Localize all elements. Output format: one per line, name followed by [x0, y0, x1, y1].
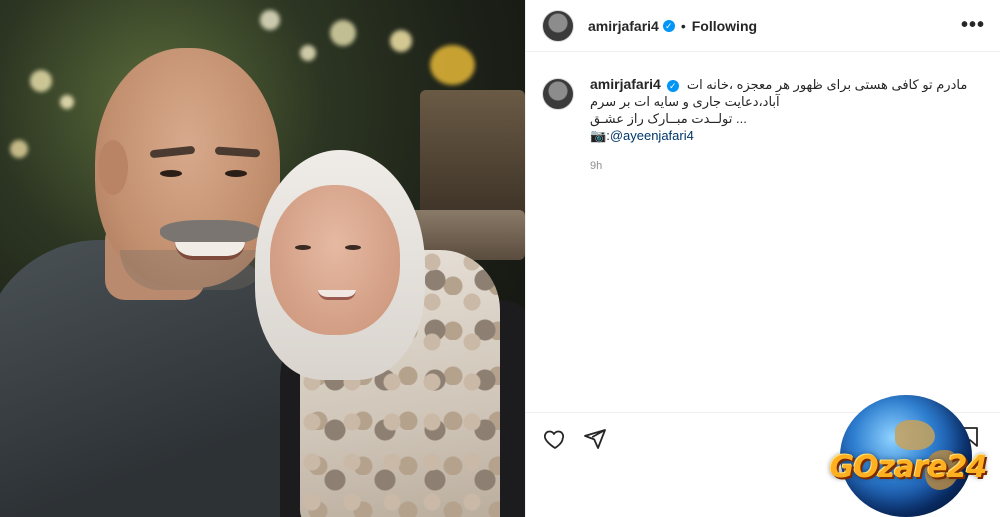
post-photo[interactable] — [0, 0, 525, 517]
caption-body: amirjafari4 ✓ مادرم تو کافی هستی برای ظه… — [590, 76, 980, 175]
man-ear — [98, 140, 128, 195]
woman-smile — [318, 290, 356, 300]
share-button[interactable] — [582, 426, 608, 452]
man-smile — [175, 242, 245, 260]
bokeh-light — [260, 10, 280, 30]
caption-line: ... تولــدت مبــارک راز عشـق — [590, 111, 747, 126]
globe-land — [895, 420, 935, 450]
man-eye — [225, 170, 247, 177]
caption-line: آباد،دعایت جاری و سایه ات بر سرم — [590, 94, 780, 109]
woman-eye — [345, 245, 361, 250]
watermark-text: GOzare24 — [829, 450, 988, 485]
heart-icon — [543, 430, 565, 449]
post-header: amirjafari4 ✓ • Following ••• — [526, 0, 1000, 52]
send-icon — [584, 428, 606, 449]
post-timestamp[interactable]: 9h — [590, 158, 980, 175]
more-options-icon[interactable]: ••• — [961, 14, 985, 37]
watermark-logo: GOzare24 — [822, 395, 994, 517]
avatar[interactable] — [542, 9, 574, 42]
woman-face — [270, 185, 400, 335]
photo-credit: 📷:@ayeenjafari4 — [590, 127, 980, 144]
avatar[interactable] — [542, 78, 574, 110]
like-button[interactable] — [542, 426, 568, 452]
camera-icon: 📷 — [590, 128, 607, 143]
caption: amirjafari4 ✓ مادرم تو کافی هستی برای ظه… — [542, 76, 982, 175]
mention-link[interactable]: @ayeenjafari4 — [610, 128, 694, 143]
background-furniture — [420, 90, 525, 220]
bokeh-light — [430, 45, 475, 85]
header-username[interactable]: amirjafari4 — [588, 18, 659, 34]
bokeh-light — [10, 140, 28, 158]
separator-dot: • — [680, 17, 686, 34]
verified-badge-icon: ✓ — [666, 80, 679, 92]
man-eye — [160, 170, 182, 177]
bokeh-light — [60, 95, 74, 109]
bokeh-light — [330, 20, 356, 46]
bokeh-light — [30, 70, 52, 92]
bokeh-light — [300, 45, 316, 61]
caption-line: مادرم تو کافی هستی برای ظهور هر معجزه ،خ… — [686, 77, 968, 92]
caption-username[interactable]: amirjafari4 — [590, 76, 661, 93]
verified-badge-icon: ✓ — [662, 19, 675, 32]
following-button[interactable]: Following — [692, 18, 757, 34]
bokeh-light — [390, 30, 412, 52]
woman-eye — [295, 245, 311, 250]
